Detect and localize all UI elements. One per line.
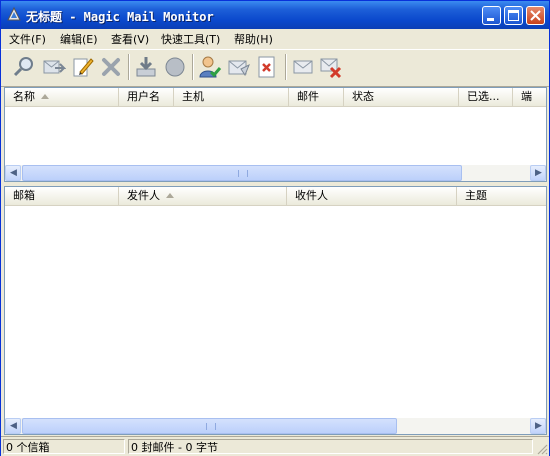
menu-bar: 文件(F) 编辑(E) 查看(V) 快速工具(T) 帮助(H) bbox=[1, 29, 549, 48]
arrow-right-icon: ▶ bbox=[535, 421, 542, 431]
close-button[interactable] bbox=[526, 6, 545, 25]
grip-icon bbox=[238, 170, 248, 177]
scroll-right-button[interactable]: ▶ bbox=[530, 418, 546, 434]
column-header-mailbox[interactable]: 邮箱 bbox=[5, 187, 119, 205]
check-account-button[interactable] bbox=[198, 55, 222, 79]
maximize-button[interactable] bbox=[504, 6, 523, 25]
menu-tools[interactable]: 快速工具(T) bbox=[161, 31, 220, 47]
column-header-status[interactable]: 状态 bbox=[344, 88, 459, 106]
arrow-right-icon: ▶ bbox=[535, 168, 542, 178]
accounts-header: 名称 用户名 主机 邮件 状态 已选... 端 bbox=[5, 88, 546, 107]
scrollbar-thumb[interactable] bbox=[22, 165, 462, 181]
status-summary: 0 封邮件 - 0 字节 bbox=[128, 439, 533, 454]
accounts-list[interactable]: 名称 用户名 主机 邮件 状态 已选... 端 ◀ ▶ bbox=[4, 87, 547, 182]
delete-button[interactable] bbox=[99, 55, 123, 79]
delete-mail-button[interactable] bbox=[319, 55, 343, 79]
minimize-button[interactable] bbox=[482, 6, 501, 25]
send-mail-icon bbox=[228, 60, 250, 77]
messages-header: 邮箱 发件人 收件人 主题 bbox=[5, 187, 546, 206]
sort-ascending-icon bbox=[41, 94, 49, 99]
messages-horizontal-scrollbar[interactable]: ◀ ▶ bbox=[5, 418, 546, 434]
column-header-subject[interactable]: 主题 bbox=[457, 187, 546, 205]
envelope-button[interactable] bbox=[291, 55, 315, 79]
forward-button[interactable] bbox=[42, 55, 67, 79]
user-check-icon bbox=[199, 56, 222, 78]
scroll-left-button[interactable]: ◀ bbox=[5, 418, 21, 434]
toolbar-separator bbox=[128, 54, 130, 80]
messages-list[interactable]: 邮箱 发件人 收件人 主题 ◀ ▶ bbox=[4, 186, 547, 435]
status-mailbox-count: 0 个信箱 bbox=[3, 439, 125, 454]
column-header-name[interactable]: 名称 bbox=[5, 88, 119, 106]
grip-icon bbox=[205, 423, 216, 430]
toolbar-separator bbox=[192, 54, 194, 80]
page-delete-icon bbox=[258, 56, 275, 78]
edit-button[interactable] bbox=[71, 55, 95, 79]
column-header-port[interactable]: 端 bbox=[513, 88, 546, 106]
stop-icon bbox=[165, 57, 185, 77]
toolbar-separator bbox=[285, 54, 287, 80]
download-button[interactable] bbox=[134, 55, 158, 79]
search-icon bbox=[13, 57, 33, 77]
forward-icon bbox=[43, 60, 67, 74]
arrow-left-icon: ◀ bbox=[10, 168, 17, 178]
column-header-host[interactable]: 主机 bbox=[174, 88, 289, 106]
download-icon bbox=[136, 57, 156, 77]
title-bar[interactable]: 无标题 - Magic Mail Monitor bbox=[1, 1, 549, 29]
menu-edit[interactable]: 编辑(E) bbox=[60, 31, 98, 47]
scroll-left-button[interactable]: ◀ bbox=[5, 165, 21, 181]
column-header-mail[interactable]: 邮件 bbox=[289, 88, 344, 106]
main-window: 无标题 - Magic Mail Monitor 文件(F) 编辑(E) 查看(… bbox=[0, 0, 550, 456]
search-button[interactable] bbox=[12, 55, 36, 79]
menu-file[interactable]: 文件(F) bbox=[9, 31, 46, 47]
sort-ascending-icon bbox=[166, 193, 174, 198]
status-bar: 0 个信箱 0 封邮件 - 0 字节 bbox=[1, 436, 549, 456]
close-icon bbox=[530, 10, 541, 21]
menu-help[interactable]: 帮助(H) bbox=[234, 31, 273, 47]
arrow-left-icon: ◀ bbox=[10, 421, 17, 431]
send-mail-button[interactable] bbox=[227, 55, 251, 79]
delete-page-button[interactable] bbox=[255, 55, 279, 79]
scroll-right-button[interactable]: ▶ bbox=[530, 165, 546, 181]
accounts-horizontal-scrollbar[interactable]: ◀ ▶ bbox=[5, 165, 546, 181]
mail-delete-icon bbox=[320, 58, 342, 79]
scrollbar-thumb[interactable] bbox=[22, 418, 397, 434]
toolbar bbox=[1, 49, 549, 87]
stop-button[interactable] bbox=[163, 55, 187, 79]
app-icon bbox=[7, 7, 21, 21]
resize-grip-icon[interactable] bbox=[536, 443, 548, 455]
delete-icon bbox=[102, 58, 120, 76]
window-title: 无标题 - Magic Mail Monitor bbox=[26, 10, 214, 24]
menu-view[interactable]: 查看(V) bbox=[111, 31, 149, 47]
column-header-checked[interactable]: 已选... bbox=[459, 88, 513, 106]
column-header-recipient[interactable]: 收件人 bbox=[287, 187, 457, 205]
envelope-icon bbox=[293, 60, 313, 74]
maximize-icon bbox=[508, 10, 519, 21]
column-header-username[interactable]: 用户名 bbox=[119, 88, 174, 106]
edit-icon bbox=[73, 58, 94, 77]
column-header-sender[interactable]: 发件人 bbox=[119, 187, 287, 205]
minimize-icon bbox=[487, 18, 494, 21]
